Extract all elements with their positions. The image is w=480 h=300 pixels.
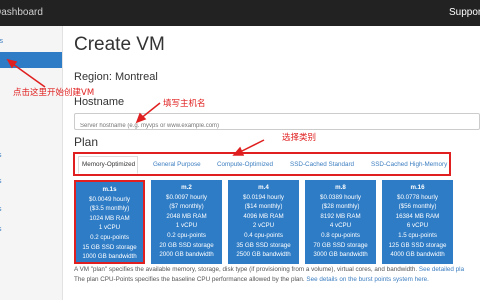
plan-storage: 70 GB SSD storage [313, 241, 368, 249]
plan-cpu-points: 0.2 cpu-points [167, 232, 206, 239]
plan-hourly-price: $0.0389 hourly [320, 193, 361, 201]
plan-storage: 125 GB SSD storage [388, 241, 447, 249]
plan-name: m.1s [102, 186, 117, 193]
sidebar-item-create-vm[interactable] [0, 52, 62, 68]
cpu-points-description: The plan CPU-Points specifies the baseli… [74, 276, 305, 283]
plan-ram: 2048 MB RAM [166, 212, 207, 220]
tab-compute-optimized[interactable]: Compute-Optimized [217, 161, 273, 168]
sidebar-item-label: s [0, 152, 2, 159]
sidebar-item[interactable]: s [0, 150, 62, 166]
plan-storage: 35 GB SSD storage [236, 241, 291, 249]
hostname-field[interactable] [74, 113, 480, 134]
plan-bandwidth: 4000 GB bandwidth [390, 251, 445, 259]
plan-hourly-price: $0.0049 hourly [89, 195, 130, 203]
tab-ssd-cached-high-memory[interactable]: SSD-Cached High-Memory [371, 161, 447, 168]
plan-vcpu: 1 vCPU [175, 222, 198, 230]
plan-hourly-price: $0.0194 hourly [243, 193, 284, 201]
plan-card-m-1s[interactable]: m.1s $0.0049 hourly ($3.5 monthly) 1024 MB … [74, 180, 145, 264]
sidebar-item[interactable]: s [0, 204, 62, 220]
plan-storage: 15 GB SSD storage [82, 243, 137, 251]
plan-vcpu: 4 vCPU [329, 222, 352, 230]
plan-vcpu: 1 vCPU [98, 224, 121, 232]
top-navbar: Dashboard Support [0, 0, 480, 26]
plan-vcpu: 6 vCPU [406, 222, 429, 230]
plan-hourly-price: $0.0097 hourly [166, 193, 207, 201]
plan-hourly-price: $0.0778 hourly [397, 193, 438, 201]
support-link[interactable]: Support [449, 7, 480, 18]
sidebar-item[interactable]: s [0, 224, 62, 240]
annotation-click-create: 点击这里开始创建VM [13, 88, 95, 98]
plan-monthly-price: ($7 monthly) [169, 203, 204, 211]
main-content: Create VM Region: Montreal Hostname Plan… [63, 26, 480, 300]
hostname-input[interactable] [75, 118, 479, 134]
plan-ram: 16384 MB RAM [395, 212, 440, 220]
plan-ram: 4096 MB RAM [243, 212, 284, 220]
annotation-fill-hostname: 填写主机名 [163, 99, 206, 109]
plan-footnote-2: The plan CPU-Points specifies the baseli… [74, 276, 429, 283]
plan-name: m.2 [181, 184, 192, 191]
plan-cpu-points: 1.5 cpu-points [398, 232, 437, 239]
plan-ram: 1024 MB RAM [89, 214, 130, 222]
plan-name: m.4 [258, 184, 269, 191]
plan-ram: 8192 MB RAM [320, 212, 361, 220]
plan-card-m-4[interactable]: m.4 $0.0194 hourly ($14 monthly) 4096 MB RA… [228, 180, 299, 264]
sidebar: ls s s s s [0, 26, 63, 300]
plan-card-m-8[interactable]: m.8 $0.0389 hourly ($28 monthly) 8192 MB RA… [305, 180, 376, 264]
page-title: Create VM [74, 34, 165, 55]
plan-cpu-points: 0.4 cpu-points [244, 232, 283, 239]
plan-footnote-1: A VM "plan" specifies the available memo… [74, 266, 464, 273]
annotation-choose-type: 选择类别 [282, 133, 317, 143]
burst-points-link[interactable]: See details on the burst points system h… [306, 276, 429, 283]
plan-category-tabs: Memory-Optimized General Purpose Compute… [73, 152, 451, 176]
tab-general-purpose[interactable]: General Purpose [153, 161, 201, 168]
dashboard-link[interactable]: Dashboard [0, 7, 43, 18]
plan-monthly-price: ($14 monthly) [244, 203, 283, 211]
plan-bandwidth: 3000 GB bandwidth [313, 251, 368, 259]
tab-ssd-cached-standard[interactable]: SSD-Cached Standard [290, 161, 354, 168]
plan-card-m-16[interactable]: m.16 $0.0778 hourly ($56 monthly) 16384 MB … [382, 180, 453, 264]
plan-name: m.16 [410, 184, 425, 191]
plan-card-m-2[interactable]: m.2 $0.0097 hourly ($7 monthly) 2048 MB RAM… [151, 180, 222, 264]
region-label: Region: Montreal [74, 71, 158, 83]
plan-monthly-price: ($56 monthly) [398, 203, 437, 211]
plan-monthly-price: ($3.5 monthly) [89, 205, 130, 213]
plan-bandwidth: 2000 GB bandwidth [159, 251, 214, 259]
plan-storage: 20 GB SSD storage [159, 241, 214, 249]
tab-memory-optimized[interactable]: Memory-Optimized [82, 161, 135, 168]
plan-details-link[interactable]: See detailed pla [419, 266, 464, 273]
sidebar-item-label: s [0, 226, 2, 233]
sidebar-item[interactable]: s [0, 176, 62, 192]
sidebar-item[interactable]: ls [0, 36, 62, 52]
sidebar-item-label: s [0, 206, 2, 213]
plan-vcpu: 2 vCPU [252, 222, 275, 230]
plan-cpu-points: 0.8 cpu-points [321, 232, 360, 239]
plan-name: m.8 [335, 184, 346, 191]
sidebar-item-label: ls [0, 38, 4, 45]
plan-cpu-points: 0.2 cpu-points [90, 234, 129, 241]
plan-description: A VM "plan" specifies the available memo… [74, 266, 418, 273]
plan-bandwidth: 2500 GB bandwidth [236, 251, 291, 259]
plan-bandwidth: 1000 GB bandwidth [82, 253, 137, 261]
sidebar-item-label: s [0, 178, 2, 185]
plan-monthly-price: ($28 monthly) [321, 203, 360, 211]
plan-label: Plan [74, 135, 99, 149]
